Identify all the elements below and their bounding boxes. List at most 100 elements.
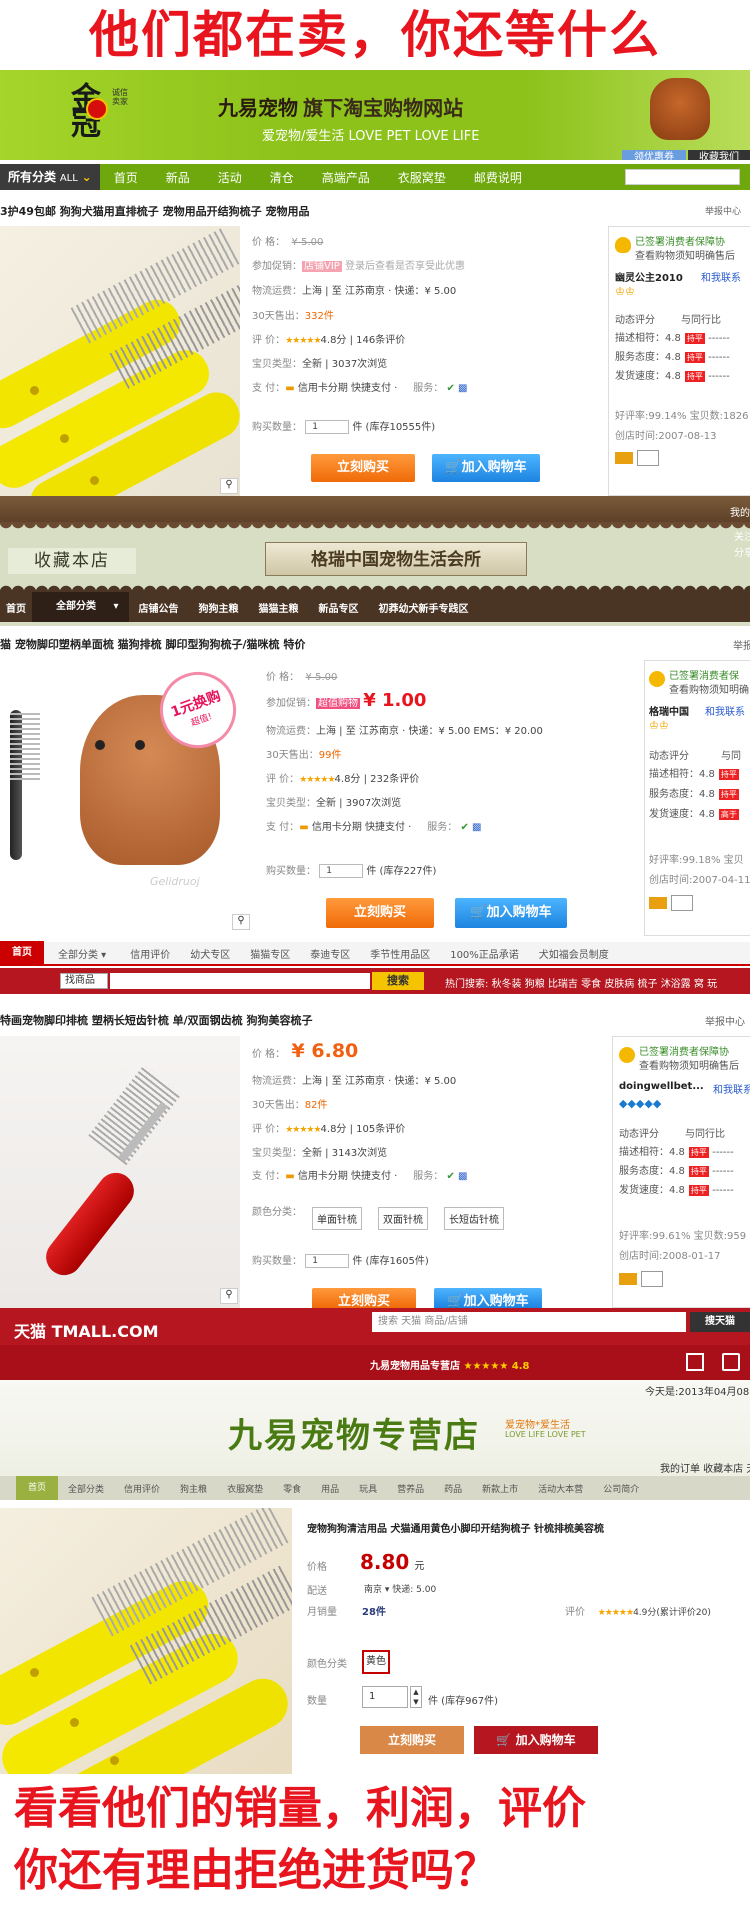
nav-premium[interactable]: 高端产品: [308, 169, 384, 186]
nav-notice[interactable]: 店铺公告: [129, 600, 189, 615]
report-link[interactable]: 举报: [733, 637, 750, 652]
shop-name[interactable]: 格瑞中国: [649, 703, 689, 718]
rating-text: 4.8分 | 146条评价: [320, 335, 406, 346]
buy-now-button[interactable]: 立刻购买: [360, 1726, 464, 1754]
nav-all-categories[interactable]: 全部分类 ▾: [44, 946, 120, 961]
product-title[interactable]: 特画宠物脚印排梳 塑柄长短齿针梳 单/双面钢齿梳 狗狗美容梳子: [0, 1012, 313, 1028]
color-option[interactable]: 单面针梳: [312, 1207, 362, 1230]
search-input[interactable]: [110, 973, 370, 989]
score-row: 描述相符：4.8 持平: [649, 769, 739, 780]
card-icon: ▬: [299, 822, 309, 833]
color-option[interactable]: 长短齿针梳: [444, 1207, 504, 1230]
add-to-cart-button[interactable]: 🛒加入购物车: [432, 454, 540, 482]
quantity-input[interactable]: 1: [305, 420, 350, 434]
product-image[interactable]: ⚲: [0, 226, 240, 496]
original-price: ¥ 5.00: [291, 237, 324, 248]
nav-new[interactable]: 新品: [152, 169, 204, 186]
score-row: 服务态度：4.8 持平: [649, 789, 739, 800]
tmall-logo[interactable]: 天猫 TMALL.COM: [14, 1318, 159, 1342]
tmall-search-input[interactable]: 搜索 天猫 商品/店铺: [372, 1312, 686, 1332]
contact-button[interactable]: 和我联系: [701, 269, 741, 284]
coupon-button[interactable]: 领优惠券: [622, 150, 686, 160]
score-row: 发货速度：4.8 持平 ------: [619, 1185, 734, 1196]
chevron-down-icon: ⌄: [81, 170, 92, 184]
contact-button[interactable]: 和我联系: [705, 703, 745, 718]
zoom-icon[interactable]: ⚲: [232, 914, 250, 930]
nav-dog-food[interactable]: 狗狗主粮: [189, 600, 249, 615]
favorite-button[interactable]: 收藏我们: [688, 150, 750, 160]
nav-shipping[interactable]: 邮费说明: [460, 169, 536, 186]
nav-home[interactable]: 首页: [0, 600, 32, 615]
search-scope[interactable]: 找商品: [60, 973, 108, 989]
buy-now-button[interactable]: 立刻购买: [326, 898, 434, 928]
product-image[interactable]: 1元换购 超值! Gelidruoj ⚲: [0, 660, 252, 936]
quantity-input[interactable]: 1: [362, 1686, 408, 1708]
product-image[interactable]: [0, 1508, 292, 1774]
buy-now-button[interactable]: 立刻购买: [311, 454, 415, 482]
tmall-shop-bar: 九易宠物用品专营店 ★★★★★ 4.8: [0, 1345, 750, 1380]
nav-puppy[interactable]: 初莽幼犬新手专践区: [369, 600, 479, 615]
color-option[interactable]: 双面针梳: [378, 1207, 428, 1230]
shop-name[interactable]: doingwellbet...: [619, 1081, 704, 1092]
date-text: 今天是:2013年04月08日: [645, 1387, 750, 1398]
nav-events[interactable]: 活动: [204, 169, 256, 186]
nav-clothing[interactable]: 衣服窝垫: [384, 169, 460, 186]
buy-now-button[interactable]: 立刻购买: [312, 1288, 416, 1308]
nav-search-input[interactable]: [625, 169, 740, 185]
product-title[interactable]: 3护49包邮 狗狗犬猫用直排梳子 宠物用品开结狗梳子 宠物用品: [0, 203, 309, 219]
info-icon: [637, 450, 659, 466]
shop-icon[interactable]: [686, 1353, 704, 1371]
top-links[interactable]: 我的订单 收藏本店 天: [660, 1460, 750, 1475]
contact-button[interactable]: 和我联系: [713, 1081, 750, 1096]
product-image[interactable]: ⚲: [0, 1036, 240, 1308]
nav-home[interactable]: 首页: [0, 941, 44, 965]
site-title: 九易宠物: [218, 96, 298, 120]
service-icon-2: ▩: [458, 1171, 468, 1182]
edit-icon[interactable]: [722, 1353, 740, 1371]
zoom-icon[interactable]: ⚲: [220, 478, 238, 494]
payment-icon: [649, 897, 667, 909]
cart-icon: 🛒: [470, 905, 487, 920]
nav-cat-food[interactable]: 猫猫主粮: [249, 600, 309, 615]
add-to-cart-button[interactable]: 🛒 加入购物车: [474, 1726, 598, 1754]
promo-tag: 超值购物: [316, 698, 360, 709]
tmall-search-button[interactable]: 搜天猫: [690, 1312, 750, 1332]
store1-header: 金冠 诚信卖家 九易宠物 旗下淘宝购物网站 爱宠物/爱生活 LOVE PET L…: [0, 70, 750, 160]
tmall-nav: 首页 全部分类 信用评价 狗主粮 衣服窝垫 零食 用品 玩具 营养品 药品 新款…: [0, 1476, 750, 1500]
crown-badge-icon: [86, 98, 108, 120]
product-title[interactable]: 宠物狗狗清洁用品 犬猫通用黄色小脚印开结狗梳子 针梳排梳美容梳: [307, 1520, 604, 1535]
hot-search: 热门搜索: 秋冬装 狗粮 比瑞吉 零食 皮肤病 梳子 沐浴露 窝 玩: [445, 979, 718, 990]
nav-all-categories[interactable]: 所有分类 ALL ⌄: [0, 164, 100, 190]
crown-icon: ♔♔: [615, 285, 635, 298]
store4-name: 九易宠物专营店: [228, 1416, 480, 1456]
add-to-cart-button[interactable]: 🛒加入购物车: [434, 1288, 542, 1308]
service-icon: ✔: [460, 822, 469, 833]
report-link[interactable]: 举报中心: [705, 1013, 745, 1028]
quantity-stepper[interactable]: ▲ ▼: [410, 1686, 422, 1708]
favorite-store-button[interactable]: 收藏本店: [8, 548, 136, 574]
store1-product: 3护49包邮 狗狗犬猫用直排梳子 宠物用品开结狗梳子 宠物用品 举报中心 ⚲ 价…: [0, 196, 750, 496]
top-banner: 他们都在卖，你还等什么: [89, 6, 661, 64]
dog-photo: [650, 78, 710, 140]
service-icon-2: ▩: [472, 822, 482, 833]
add-to-cart-button[interactable]: 🛒加入购物车: [455, 898, 567, 928]
store2-nav: 首页 全部分类 ▾ 店铺公告 狗狗主粮 猫猫主粮 新品专区 初莽幼犬新手专践区: [0, 592, 750, 622]
zoom-icon[interactable]: ⚲: [220, 1288, 238, 1304]
shop-name[interactable]: 幽灵公主2010: [615, 269, 683, 284]
nav-new[interactable]: 新品专区: [309, 600, 369, 615]
service-icon: ✔: [446, 1171, 455, 1182]
quantity-input[interactable]: 1: [305, 1254, 350, 1268]
nav-home[interactable]: 首页: [16, 1476, 59, 1500]
shop-bar-name: 九易宠物用品专营店: [370, 1361, 460, 1372]
payment-icon: [615, 452, 633, 464]
nav-all-categories[interactable]: 全部分类 ▾: [32, 592, 129, 622]
color-option-selected[interactable]: 黄色: [362, 1650, 390, 1674]
quantity-input[interactable]: 1: [319, 864, 364, 878]
original-price: ¥ 5.00: [305, 672, 338, 683]
nav-home[interactable]: 首页: [100, 169, 152, 186]
search-button[interactable]: 搜索: [372, 972, 424, 990]
site-subtitle: 旗下淘宝购物网站: [303, 96, 464, 120]
nav-clearance[interactable]: 清仓: [256, 169, 308, 186]
report-link[interactable]: 举报中心: [705, 204, 741, 217]
product-title[interactable]: 猫 宠物脚印塑柄单面梳 猫狗排梳 脚印型狗狗梳子/猫咪梳 特价: [0, 636, 305, 652]
